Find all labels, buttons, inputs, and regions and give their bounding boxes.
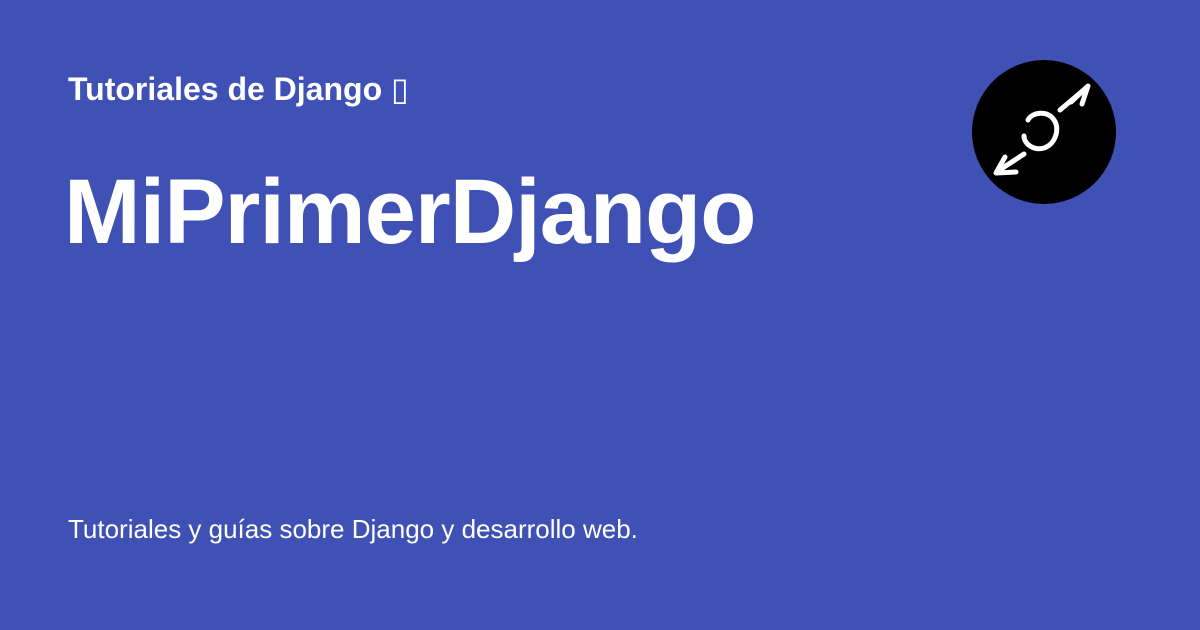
site-description: Tutoriales y guías sobre Django y desarr… [68, 514, 638, 544]
page-title: MiPrimerDjango [64, 161, 756, 263]
compass-logo-icon [972, 60, 1116, 204]
site-name: Tutoriales de Django ▯ [68, 71, 409, 107]
social-preview-card: Tutoriales de Django ▯ MiPrimerDjango Tu… [0, 0, 1200, 630]
